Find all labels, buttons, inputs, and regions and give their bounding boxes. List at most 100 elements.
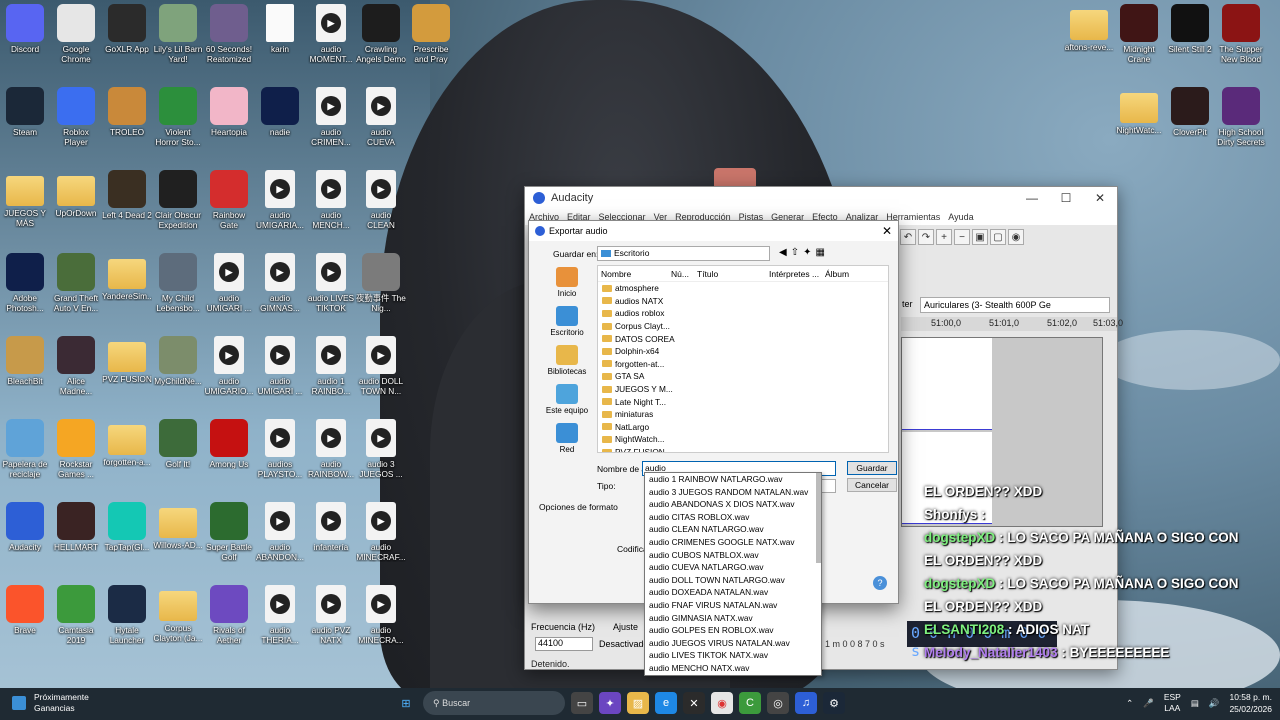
desktop-icon[interactable]: ▶ audio UMIGARIO... — [204, 336, 254, 396]
cancel-button[interactable]: Cancelar — [847, 478, 897, 492]
save-button[interactable]: Guardar — [847, 461, 897, 475]
file-row[interactable]: Dolphin-x64 — [598, 345, 888, 358]
edge-icon[interactable]: e — [655, 692, 677, 714]
desktop-icon[interactable]: Prescribe and Pray — [406, 4, 456, 64]
place-item[interactable]: Inicio — [537, 267, 597, 298]
place-item[interactable]: Este equipo — [537, 384, 597, 415]
file-row[interactable]: forgotten-at... — [598, 358, 888, 371]
close-icon[interactable]: ✕ — [882, 224, 892, 238]
desktop-icon[interactable]: Midnight Crane — [1114, 4, 1164, 64]
menu-item[interactable]: Ayuda — [948, 212, 973, 222]
clock[interactable]: 10:58 p. m. 25/02/2026 — [1229, 691, 1272, 715]
desktop-icon[interactable]: My Child Lebensbo... — [153, 253, 203, 313]
column-header[interactable]: Título — [694, 269, 766, 279]
column-header[interactable]: Intérpretes ... — [766, 269, 822, 279]
zoom-out-icon[interactable]: − — [954, 229, 970, 245]
desktop-icon[interactable]: Super Battle Golf — [204, 502, 254, 562]
file-row[interactable]: audios roblox — [598, 307, 888, 320]
output-device-select[interactable]: Auriculares (3- Stealth 600P Ge — [920, 297, 1110, 313]
view-menu-icon[interactable]: ▦ — [815, 247, 824, 258]
place-item[interactable]: Red — [537, 423, 597, 454]
autocomplete-item[interactable]: audio CUBOS NATBLOX.wav — [645, 549, 821, 562]
desktop-icon[interactable]: ▶ infantería — [306, 502, 356, 552]
desktop-icon[interactable]: ▶ audio MENCH... — [306, 170, 356, 230]
task-view-icon[interactable]: ▭ — [571, 692, 593, 714]
autocomplete-item[interactable]: audio LIVES TIKTOK NATX.wav — [645, 649, 821, 662]
autocomplete-scrollbar[interactable] — [816, 473, 821, 563]
desktop-icon[interactable]: Clair Obscur Expedition 33 — [153, 170, 203, 230]
desktop-icon[interactable]: Discord — [0, 4, 50, 54]
autocomplete-item[interactable]: audio CITAS ROBLOX.wav — [645, 511, 821, 524]
desktop-icon[interactable]: Golf It! — [153, 419, 203, 469]
autocomplete-item[interactable]: audio CRIMENES GOOGLE NATX.wav — [645, 536, 821, 549]
desktop-icon[interactable]: Silent Still 2 — [1165, 4, 1215, 54]
timeline-ruler[interactable]: 51:00,0 51:01,0 51:02,0 51:03,0 — [901, 317, 1123, 331]
desktop-icon[interactable]: ▶ audio 3 JUEGOS ... — [356, 419, 406, 479]
file-list[interactable]: Nombre Nú... Título Intérpretes ... Álbum at… — [597, 265, 889, 453]
desktop-icon[interactable]: UpOrDown — [51, 170, 101, 218]
network-icon[interactable]: ▤ — [1191, 698, 1199, 709]
microphone-icon[interactable]: 🎤 — [1143, 698, 1154, 709]
desktop-icon[interactable]: ▶ audio ABANDON... — [255, 502, 305, 562]
desktop-icon[interactable]: MyChildNe... — [153, 336, 203, 386]
desktop-icon[interactable]: ▶audio LIVES TIKTOK NATX — [306, 253, 356, 313]
desktop-icon[interactable]: forgotten-a... — [102, 419, 152, 467]
desktop-icon[interactable]: GoXLR App — [102, 4, 152, 54]
desktop-icon[interactable]: NightWatc... — [1114, 87, 1164, 135]
desktop-icon[interactable]: ▶ audio THERIA... — [255, 585, 305, 645]
desktop-icon[interactable]: Corpus Clayton (Ja... — [153, 585, 203, 643]
desktop-icon[interactable]: 夜勤事件 The Nig... — [356, 253, 406, 313]
autocomplete-item[interactable]: audio GIMNASIA NATX.wav — [645, 612, 821, 625]
desktop-icon[interactable]: ▶ audio 1 RAINBO... — [306, 336, 356, 396]
file-row[interactable]: NatLargo — [598, 421, 888, 434]
type-select[interactable] — [821, 479, 836, 493]
file-row[interactable]: GTA SA — [598, 370, 888, 383]
desktop-icon[interactable]: ▶ audio UMIGARI ... — [204, 253, 254, 313]
desktop-icon[interactable]: ▶ audios PLAYSTO... — [255, 419, 305, 479]
new-folder-icon[interactable]: ✦ — [803, 247, 811, 258]
search-box[interactable]: ⚲ Buscar — [423, 691, 565, 715]
desktop-icon[interactable]: Brave — [0, 585, 50, 635]
audacity-taskbar-icon[interactable]: ♫ — [795, 692, 817, 714]
start-icon[interactable]: ⊞ — [395, 692, 417, 714]
autocomplete-item[interactable]: audio 3 JUEGOS RANDOM NATALAN.wav — [645, 486, 821, 499]
desktop-icon[interactable]: aftons-reve... — [1064, 4, 1114, 52]
desktop-icon[interactable]: Camtasia 2019 — [51, 585, 101, 645]
desktop-icon[interactable]: Heartopia — [204, 87, 254, 137]
file-explorer-icon[interactable]: ▨ — [627, 692, 649, 714]
goxlr-taskbar-icon[interactable]: ✕ — [683, 692, 705, 714]
taskbar-widget[interactable]: Próximamente Ganancias — [12, 692, 89, 714]
file-row[interactable]: atmosphere — [598, 282, 888, 295]
file-row[interactable]: Late Night T... — [598, 395, 888, 408]
autocomplete-item[interactable]: audio JUEGOS VIRUS NATALAN.wav — [645, 637, 821, 650]
desktop-icon[interactable]: ▶ audio DOLL TOWN N... — [356, 336, 406, 396]
desktop-icon[interactable]: HELLMART — [51, 502, 101, 552]
autocomplete-item[interactable]: audio CLEAN NATLARGO.wav — [645, 523, 821, 536]
up-folder-icon[interactable]: ⇧ — [791, 247, 799, 258]
desktop-icon[interactable]: 60 Seconds! Reatomized — [204, 4, 254, 64]
desktop-icon[interactable]: Audacity — [0, 502, 50, 552]
desktop-icon[interactable]: Steam — [0, 87, 50, 137]
desktop-icon[interactable]: CloverPit — [1165, 87, 1215, 137]
undo-icon[interactable]: ↶ — [900, 229, 916, 245]
desktop-icon[interactable]: karin — [255, 4, 305, 54]
desktop-icon[interactable]: BleachBit — [0, 336, 50, 386]
desktop-icon[interactable]: JUEGOS Y MÁS — [0, 170, 50, 228]
desktop-icon[interactable]: ▶ audio MINECRAF... — [356, 502, 406, 562]
file-row[interactable]: Corpus Clayt... — [598, 320, 888, 333]
desktop-icon[interactable]: Roblox Player — [51, 87, 101, 147]
obs-taskbar-icon[interactable]: ◎ — [767, 692, 789, 714]
desktop-icon[interactable]: Rockstar Games ... — [51, 419, 101, 479]
desktop-icon[interactable]: Among Us — [204, 419, 254, 469]
file-row[interactable]: JUEGOS Y M... — [598, 383, 888, 396]
place-item[interactable]: Escritorio — [537, 306, 597, 337]
desktop-icon[interactable]: ▶ audio MINECRA... — [356, 585, 406, 645]
desktop-icon[interactable]: Google Chrome — [51, 4, 101, 64]
desktop-icon[interactable]: Lily's Lil Barn Yard! — [153, 4, 203, 64]
desktop-icon[interactable]: ▶ audio GIMNAS... — [255, 253, 305, 313]
desktop-icon[interactable]: ▶ audio UMIGARIA... — [255, 170, 305, 230]
file-row[interactable]: DATOS COREA — [598, 332, 888, 345]
desktop-icon[interactable]: ▶ audio PVZ NATX — [306, 585, 356, 645]
redo-icon[interactable]: ↷ — [918, 229, 934, 245]
desktop-icon[interactable]: PVZ FUSION — [102, 336, 152, 384]
